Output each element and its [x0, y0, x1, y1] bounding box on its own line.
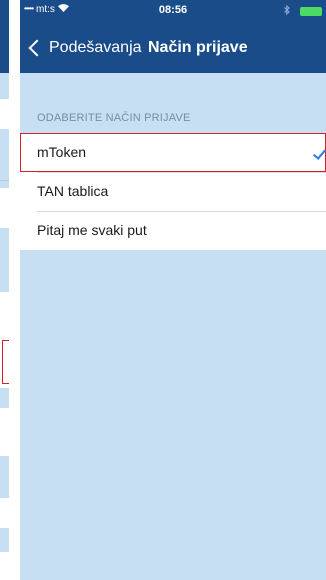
login-method-screen: ••••• mt:s 08:56 Podešavanja Način prijav… [20, 0, 326, 580]
back-button[interactable]: Podešavanja [28, 37, 142, 59]
previous-cell [0, 99, 9, 129]
bluetooth-icon [284, 4, 290, 18]
option-ask-every-time[interactable]: Pitaj me svaki put [20, 211, 326, 250]
option-mtoken[interactable]: mToken [20, 133, 326, 172]
navigation-bar: Podešavanja Način prijave [20, 22, 326, 73]
chevron-left-icon [28, 39, 46, 57]
previous-separator [0, 180, 9, 181]
previous-cell [0, 408, 9, 456]
previous-selected-cell [2, 340, 9, 384]
checkmark-icon [312, 146, 326, 160]
previous-cell [0, 552, 9, 580]
page-title: Način prijave [148, 39, 248, 56]
option-label: TAN tablica [37, 183, 109, 199]
battery-icon [300, 7, 322, 16]
status-time: 08:56 [158, 4, 188, 16]
previous-screen-edge [0, 0, 9, 580]
option-tan-tablica[interactable]: TAN tablica [20, 172, 326, 211]
option-label: Pitaj me svaki put [37, 222, 147, 238]
previous-navbar [0, 0, 9, 73]
back-button-label: Podešavanja [49, 39, 142, 56]
login-method-list: mToken TAN tablica Pitaj me svaki put [20, 133, 326, 250]
option-label: mToken [37, 144, 87, 160]
previous-cell [0, 498, 9, 528]
status-bar: ••••• mt:s 08:56 [20, 0, 326, 22]
section-header: ODABERITE NAČIN PRIJAVE [37, 112, 191, 124]
status-right [284, 4, 322, 19]
previous-cell [0, 188, 9, 228]
